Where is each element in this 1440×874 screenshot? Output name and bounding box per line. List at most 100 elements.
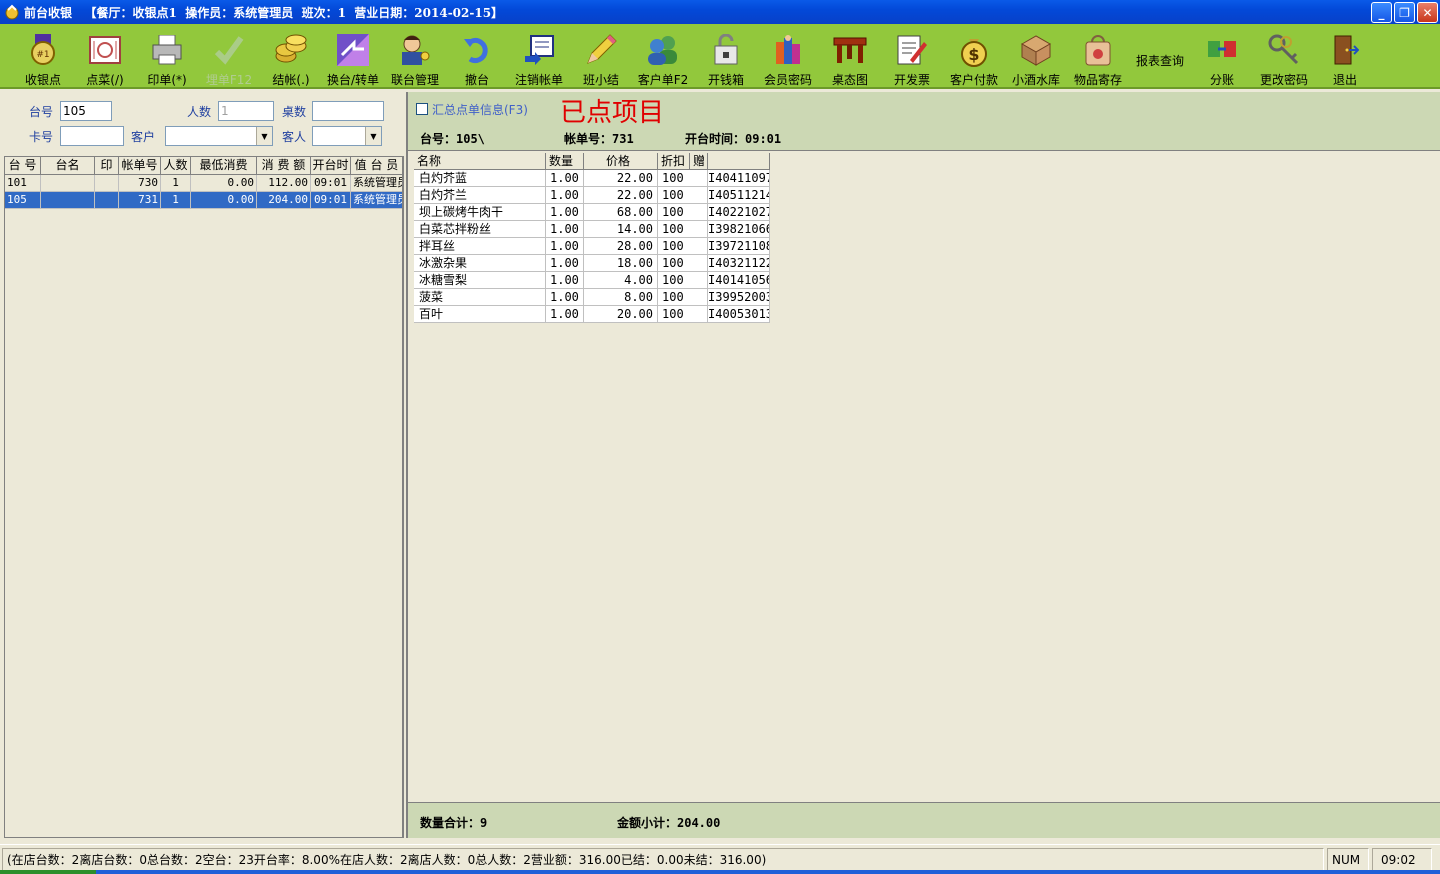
toolbar-print-bill[interactable]: 印单(*): [135, 24, 199, 88]
toolbar-joint-tables[interactable]: 联台管理: [383, 24, 447, 88]
subtotal-amount: 金额小计：204.00: [617, 816, 721, 830]
ordered-items-heading: 已点项目: [560, 98, 665, 128]
coins-icon: [273, 32, 309, 67]
col-table-no[interactable]: 台 号: [5, 157, 41, 175]
people-input[interactable]: 1: [218, 101, 274, 121]
minimize-button[interactable]: _: [1371, 2, 1392, 23]
col-amount[interactable]: 消 费 额: [257, 157, 311, 175]
order-totals-panel: 数量合计：9 金额小计：204.00: [406, 802, 1440, 838]
col-table-name[interactable]: 台名: [41, 157, 95, 175]
col-printed[interactable]: 印: [95, 157, 119, 175]
table-no-label: 台号: [29, 105, 54, 119]
box-icon: [1018, 32, 1054, 67]
undo-icon: [459, 32, 495, 67]
customer-select[interactable]: ▼: [165, 126, 273, 146]
status-num-lock: NUM: [1327, 848, 1369, 872]
printer-icon: [149, 32, 185, 67]
window-title: 前台收银 【餐厅：收银点1 操作员：系统管理员 班次：1 营业日期：2014-0…: [24, 5, 504, 20]
toolbar-open-cashbox[interactable]: 开钱箱: [694, 24, 758, 88]
table-no-input[interactable]: 105: [60, 101, 112, 121]
toolbar-swap-table[interactable]: 换台/转单: [321, 24, 385, 88]
keys-icon: [1266, 32, 1302, 67]
split-icon: [1204, 32, 1240, 67]
toolbar-member-password[interactable]: 会员密码: [756, 24, 820, 88]
invoice-icon: [894, 32, 930, 67]
toolbar-change-password[interactable]: 更改密码: [1252, 24, 1316, 88]
status-clock: 09:02: [1372, 848, 1432, 872]
card-no-label: 卡号: [29, 130, 54, 144]
svg-text:$: $: [968, 45, 979, 64]
col-bill-no[interactable]: 帐单号: [119, 157, 161, 175]
badge-icon: #1: [25, 32, 61, 67]
col-price[interactable]: 价格: [584, 153, 658, 170]
main-toolbar: #1 收银点 点菜(/) 印单(*) 埋单F12 结帐(.) 换台/转单 联台管…: [0, 24, 1440, 89]
app-icon: [5, 4, 19, 20]
taskbar-edge: [0, 870, 1440, 874]
window-controls: _ ❐ ✕: [1371, 2, 1438, 23]
toolbar-customer-order-f2[interactable]: 客户单F2: [631, 24, 695, 88]
table-row[interactable]: 101 730 1 0.00 112.00 09:01 系统管理员: [5, 175, 402, 192]
toolbar-order-dishes[interactable]: 点菜(/): [73, 24, 137, 88]
chevron-down-icon[interactable]: ▼: [365, 127, 381, 145]
open-tables-grid: 台 号 台名 印 帐单号 人数 最低消费 消 费 额 开台时 值 台 员 101…: [4, 156, 404, 838]
toolbar-checkout[interactable]: 结帐(.): [259, 24, 323, 88]
member-icon: [770, 32, 806, 67]
toolbar-split-bill[interactable]: 分账: [1190, 24, 1254, 88]
customer-label: 客户: [131, 130, 156, 144]
grid-header: 台 号 台名 印 帐单号 人数 最低消费 消 费 额 开台时 值 台 员: [5, 157, 402, 175]
col-people[interactable]: 人数: [161, 157, 191, 175]
users-icon: [645, 32, 681, 67]
col-qty[interactable]: 数量: [546, 153, 584, 170]
col-staff[interactable]: 值 台 员: [351, 157, 402, 175]
app-window: 前台收银 【餐厅：收银点1 操作员：系统管理员 班次：1 营业日期：2014-0…: [0, 0, 1440, 874]
toolbar-table-map[interactable]: 桌态图: [818, 24, 882, 88]
toolbar-report-query[interactable]: 报表查询: [1128, 24, 1192, 88]
toolbar-cashier-point[interactable]: #1 收银点: [11, 24, 75, 88]
toolbar-item-storage[interactable]: 物品寄存: [1066, 24, 1130, 88]
desk-count-input[interactable]: [312, 101, 384, 121]
toolbar-customer-payment[interactable]: $ 客户付款: [942, 24, 1006, 88]
cancel-bill-icon: [521, 32, 557, 67]
toolbar-cancel-table[interactable]: 撤台: [445, 24, 509, 88]
table-row[interactable]: 105 731 1 0.00 204.00 09:01 系统管理员: [5, 192, 402, 209]
user-key-icon: [397, 32, 433, 67]
check-icon: [211, 32, 247, 67]
close-button[interactable]: ✕: [1417, 2, 1438, 23]
bag-icon: [1080, 32, 1116, 67]
col-gift[interactable]: 赠: [690, 153, 708, 170]
toolbar-issue-invoice[interactable]: 开发票: [880, 24, 944, 88]
title-bar: 前台收银 【餐厅：收银点1 操作员：系统管理员 班次：1 营业日期：2014-0…: [0, 0, 1440, 24]
guest-label: 客人: [282, 130, 307, 144]
summary-checkbox[interactable]: [416, 103, 428, 115]
order-header-panel: 汇总点单信息(F3) 已点项目 台号：105\ 帐单号：731 开台时间：09:…: [406, 92, 1440, 150]
swap-icon: [335, 32, 371, 67]
order-table-no: 台号：105\: [420, 132, 485, 146]
col-item-name[interactable]: 名称: [414, 153, 546, 170]
toolbar-wine-storage[interactable]: 小酒水库: [1004, 24, 1068, 88]
money-bag-icon: $: [956, 32, 992, 67]
col-open-time[interactable]: 开台时: [311, 157, 351, 175]
exit-door-icon: [1327, 32, 1363, 67]
people-label: 人数: [187, 105, 212, 119]
cashbox-icon: [708, 32, 744, 67]
toolbar-exit[interactable]: 退出: [1313, 24, 1377, 88]
col-code: [708, 153, 770, 170]
svg-text:#1: #1: [36, 50, 49, 60]
guest-select[interactable]: ▼: [312, 126, 382, 146]
total-qty: 数量合计：9: [420, 816, 488, 830]
pencil-icon: [583, 32, 619, 67]
chevron-down-icon[interactable]: ▼: [256, 127, 272, 145]
col-min-spend[interactable]: 最低消费: [191, 157, 257, 175]
ordered-items-area: 名称 数量 价格 折扣 赠 白灼芥蓝 1.00 22.00 100 I40411…: [406, 150, 1440, 802]
summary-checkbox-label[interactable]: 汇总点单信息(F3): [432, 101, 528, 118]
col-discount[interactable]: 折扣: [658, 153, 690, 170]
toolbar-void-bill[interactable]: 注销帐单: [507, 24, 571, 88]
card-no-input[interactable]: [60, 126, 124, 146]
order-bill-no: 帐单号：731: [564, 132, 634, 146]
table-filter-form: 台号 105 人数 1 桌数 卡号 客户 ▼ 客人 ▼: [4, 92, 402, 154]
toolbar-shift-summary[interactable]: 班小结: [569, 24, 633, 88]
desk-count-label: 桌数: [282, 105, 307, 119]
order-open-time: 开台时间：09:01: [685, 132, 782, 146]
restore-button[interactable]: ❐: [1394, 2, 1415, 23]
toolbar-settle-f12[interactable]: 埋单F12: [197, 24, 261, 88]
